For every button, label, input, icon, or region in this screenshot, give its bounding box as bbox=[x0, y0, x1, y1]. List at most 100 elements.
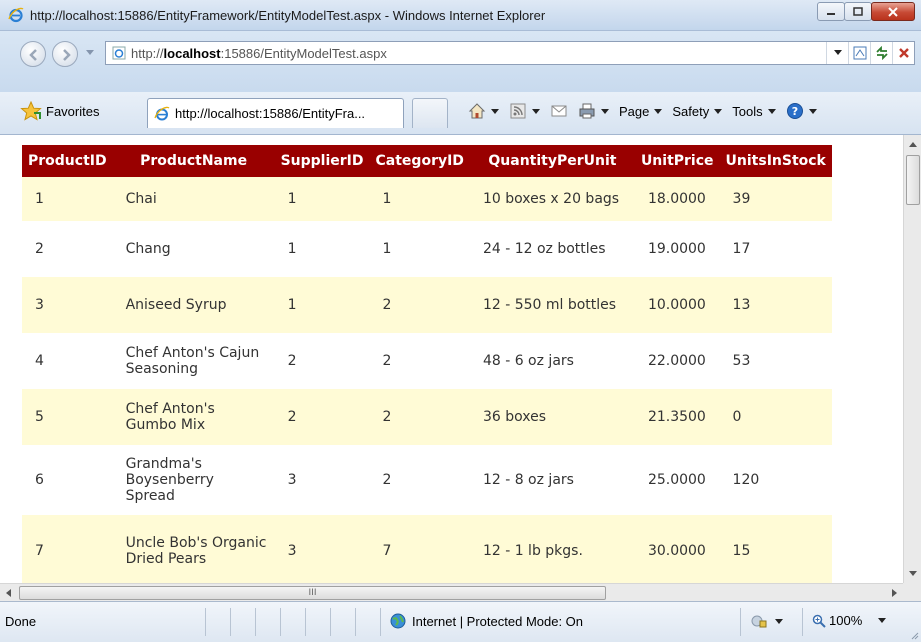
scroll-left-arrow-icon[interactable] bbox=[6, 589, 11, 597]
cell-supplier-id: 2 bbox=[274, 333, 370, 389]
status-divider bbox=[330, 608, 331, 636]
read-mail-button[interactable] bbox=[550, 102, 568, 120]
stop-button[interactable] bbox=[892, 42, 914, 64]
feeds-button[interactable] bbox=[509, 102, 540, 120]
cell-product-name: Uncle Bob's Organic Dried Pears bbox=[112, 515, 275, 583]
cell-unit-price: 10.0000 bbox=[634, 277, 720, 333]
address-bar: http://localhost:15886/EntityModelTest.a… bbox=[0, 31, 921, 92]
chevron-down-icon[interactable] bbox=[601, 108, 609, 114]
cell-quantity-per-unit: 12 - 550 ml bottles bbox=[469, 277, 635, 333]
cell-supplier-id: 1 bbox=[274, 221, 370, 277]
scroll-up-arrow-icon[interactable] bbox=[909, 142, 917, 147]
page-menu[interactable]: Page bbox=[619, 104, 663, 119]
column-header[interactable]: ProductID bbox=[22, 145, 113, 177]
forward-button[interactable] bbox=[52, 41, 78, 67]
star-icon bbox=[20, 101, 42, 121]
maximize-button[interactable] bbox=[844, 2, 872, 21]
table-row: 6 Grandma's Boysenberry Spread 3 2 12 - … bbox=[22, 445, 832, 515]
minimize-icon bbox=[827, 12, 835, 15]
cell-unit-price: 25.0000 bbox=[634, 445, 720, 515]
favorites-button[interactable]: Favorites bbox=[20, 100, 99, 122]
tab-current[interactable]: http://localhost:15886/EntityFra... bbox=[147, 98, 404, 128]
cell-product-name: Chang bbox=[112, 221, 275, 277]
resize-grip-icon[interactable] bbox=[909, 630, 919, 640]
cell-supplier-id: 1 bbox=[274, 177, 370, 221]
chevron-down-icon bbox=[833, 50, 842, 55]
back-arrow-icon bbox=[29, 49, 37, 61]
status-divider bbox=[380, 608, 381, 636]
safety-menu-label: Safety bbox=[672, 103, 710, 119]
cell-unit-price: 21.3500 bbox=[634, 389, 720, 445]
tools-menu-label: Tools bbox=[732, 103, 763, 119]
tools-menu[interactable]: Tools bbox=[732, 103, 776, 119]
print-button[interactable] bbox=[578, 102, 609, 120]
cell-product-name: Chef Anton's Cajun Seasoning bbox=[112, 333, 275, 389]
chevron-down-icon[interactable] bbox=[491, 108, 499, 114]
chevron-down-icon bbox=[767, 108, 776, 114]
forward-arrow-icon bbox=[63, 49, 71, 61]
status-divider bbox=[355, 608, 356, 636]
close-button[interactable] bbox=[871, 2, 915, 21]
column-header[interactable]: UnitPrice bbox=[634, 145, 720, 177]
status-divider bbox=[230, 608, 231, 636]
table-row: 2 Chang 1 1 24 - 12 oz bottles 19.0000 1… bbox=[22, 221, 832, 277]
page-icon bbox=[112, 46, 126, 60]
home-button[interactable] bbox=[468, 102, 499, 120]
zoom-button[interactable]: 100% bbox=[812, 613, 887, 628]
status-bar: Done Internet | Protected Mode: On 100% bbox=[0, 601, 921, 642]
chevron-down-icon bbox=[878, 618, 887, 623]
horizontal-scroll-thumb[interactable]: III bbox=[19, 586, 606, 600]
cell-units-in-stock: 17 bbox=[719, 221, 832, 277]
column-header[interactable]: SupplierID bbox=[274, 145, 370, 177]
cell-supplier-id: 1 bbox=[274, 277, 370, 333]
compatibility-icon bbox=[853, 46, 866, 60]
cell-quantity-per-unit: 12 - 1 lb pkgs. bbox=[469, 515, 635, 583]
table-row: 3 Aniseed Syrup 1 2 12 - 550 ml bottles … bbox=[22, 277, 832, 333]
new-tab-button[interactable] bbox=[412, 98, 448, 128]
cell-supplier-id: 3 bbox=[274, 515, 370, 583]
column-header[interactable]: CategoryID bbox=[369, 145, 470, 177]
cell-unit-price: 18.0000 bbox=[634, 177, 720, 221]
cell-category-id: 7 bbox=[369, 515, 470, 583]
table-row: 5 Chef Anton's Gumbo Mix 2 2 36 boxes 21… bbox=[22, 389, 832, 445]
scroll-grip: III bbox=[308, 588, 317, 598]
cell-supplier-id: 3 bbox=[274, 445, 370, 515]
minimize-button[interactable] bbox=[817, 2, 845, 21]
column-header[interactable]: ProductName bbox=[112, 145, 275, 177]
cell-product-id: 6 bbox=[22, 445, 113, 515]
back-button[interactable] bbox=[20, 41, 46, 67]
cell-category-id: 2 bbox=[369, 445, 470, 515]
chevron-down-icon[interactable] bbox=[532, 108, 540, 114]
vertical-scroll-thumb[interactable] bbox=[906, 155, 920, 205]
status-divider bbox=[280, 608, 281, 636]
cell-product-name: Aniseed Syrup bbox=[112, 277, 275, 333]
vertical-scrollbar[interactable] bbox=[903, 135, 921, 583]
recent-pages-dropdown[interactable] bbox=[86, 50, 94, 55]
command-bar: Favorites http://localhost:15886/EntityF… bbox=[0, 92, 921, 135]
cell-category-id: 2 bbox=[369, 333, 470, 389]
close-icon bbox=[888, 6, 898, 17]
cell-quantity-per-unit: 36 boxes bbox=[469, 389, 635, 445]
security-settings-button[interactable] bbox=[750, 613, 783, 629]
column-header[interactable]: QuantityPerUnit bbox=[469, 145, 635, 177]
address-input[interactable]: http://localhost:15886/EntityModelTest.a… bbox=[105, 41, 915, 65]
horizontal-scrollbar[interactable]: III bbox=[0, 583, 903, 601]
help-button[interactable]: ? bbox=[786, 102, 817, 120]
refresh-button[interactable] bbox=[870, 42, 892, 64]
address-dropdown-button[interactable] bbox=[826, 42, 848, 64]
cell-product-id: 5 bbox=[22, 389, 113, 445]
safety-menu[interactable]: Safety bbox=[672, 103, 723, 119]
cell-product-id: 2 bbox=[22, 221, 113, 277]
cell-units-in-stock: 53 bbox=[719, 333, 832, 389]
chevron-down-icon[interactable] bbox=[808, 108, 817, 114]
column-header[interactable]: UnitsInStock bbox=[719, 145, 832, 177]
zoom-level: 100% bbox=[829, 613, 863, 628]
products-grid: ProductID ProductName SupplierID Categor… bbox=[22, 145, 832, 583]
scroll-down-arrow-icon[interactable] bbox=[909, 571, 917, 576]
cell-product-name: Chef Anton's Gumbo Mix bbox=[112, 389, 275, 445]
compatibility-view-button[interactable] bbox=[848, 42, 870, 64]
security-zone[interactable]: Internet | Protected Mode: On bbox=[390, 613, 583, 629]
window-title: http://localhost:15886/EntityFramework/E… bbox=[30, 8, 546, 23]
globe-icon bbox=[390, 613, 406, 629]
scroll-right-arrow-icon[interactable] bbox=[892, 589, 897, 597]
